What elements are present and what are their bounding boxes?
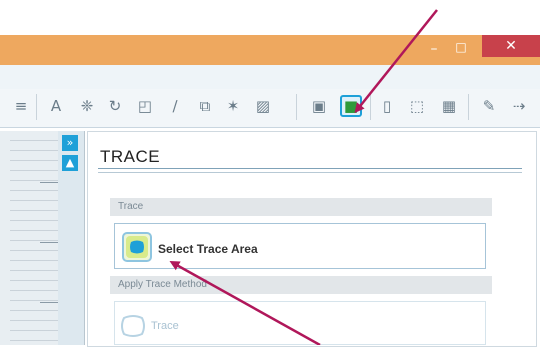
toolbar-separator xyxy=(468,94,469,120)
panel-title: TRACE xyxy=(100,147,161,166)
ruler-ticks xyxy=(10,131,58,345)
send-icon[interactable]: ⇢ xyxy=(508,95,530,117)
trace-section-header: Trace xyxy=(110,198,492,216)
modify-icon[interactable]: ✶ xyxy=(222,95,244,117)
align-icon[interactable]: ≡ xyxy=(10,95,32,117)
select-trace-area-label: Select Trace Area xyxy=(158,242,258,256)
rotate-icon[interactable]: ↻ xyxy=(104,95,126,117)
divider xyxy=(98,168,522,169)
toolbar-separator xyxy=(370,94,371,120)
transform-icon[interactable]: ◰ xyxy=(134,95,156,117)
ruler-major-tick xyxy=(40,242,58,243)
toolbar-separator xyxy=(296,94,297,120)
trace-button-label: Trace xyxy=(151,320,179,332)
registration-marks-icon[interactable]: ⬚ xyxy=(406,95,428,117)
fill-pattern-icon[interactable]: ▨ xyxy=(252,95,274,117)
text-tool-icon[interactable]: A xyxy=(45,95,67,117)
page-setup-icon[interactable]: ▯ xyxy=(376,95,398,117)
minimize-button[interactable]: – xyxy=(428,42,440,56)
select-trace-area-icon xyxy=(122,232,152,262)
cut-settings-icon[interactable]: ✎ xyxy=(478,95,500,117)
ruler-major-tick xyxy=(40,302,58,303)
maximize-button[interactable]: □ xyxy=(455,40,467,54)
menu-bar xyxy=(0,65,540,90)
replicate-icon[interactable]: ❈ xyxy=(76,95,98,117)
trace-icon xyxy=(119,313,147,339)
image-library-icon[interactable]: ▣ xyxy=(308,95,330,117)
toolbar-separator xyxy=(36,94,37,120)
line-tool-icon[interactable]: ∕ xyxy=(164,95,186,117)
trace-icon[interactable]: ■ xyxy=(340,95,362,117)
ruler-major-tick xyxy=(40,182,58,183)
close-button[interactable]: ✕ xyxy=(482,35,540,57)
divider xyxy=(98,172,522,173)
scroll-up-button[interactable]: ▲ xyxy=(62,155,78,171)
apply-trace-method-header: Apply Trace Method xyxy=(110,276,492,294)
grid-icon[interactable]: ▦ xyxy=(438,95,460,117)
offset-icon[interactable]: ⧉ xyxy=(194,95,216,117)
expand-panel-button[interactable]: » xyxy=(62,135,78,151)
